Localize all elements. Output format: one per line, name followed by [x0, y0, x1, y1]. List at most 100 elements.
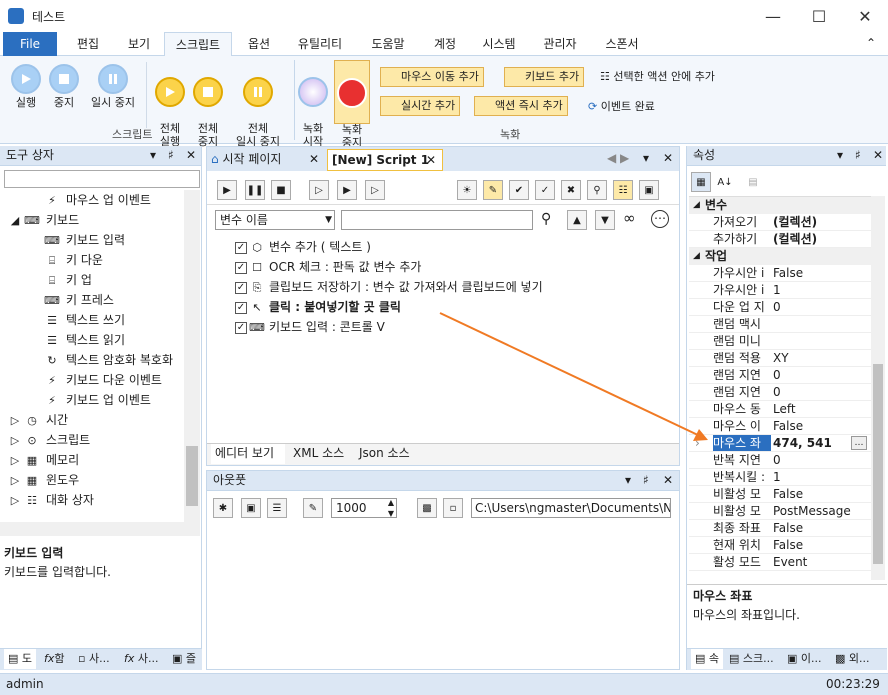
collapsed-icon[interactable]: ▷ — [10, 471, 20, 491]
checkbox[interactable]: ✓ — [235, 281, 247, 294]
tab-nav-icon[interactable]: ◀ ▶ — [607, 151, 629, 165]
tree-item[interactable]: ☰ 텍스트 읽기 — [44, 330, 125, 350]
tree-item[interactable]: ⌸ 키 다운 — [44, 250, 103, 270]
expanded-icon[interactable]: ◢ — [10, 211, 20, 231]
toolbox-scrollbar[interactable] — [184, 190, 200, 522]
script-line[interactable]: ✓ ⌨ 키보드 입력 : 콘트롤 V — [235, 317, 385, 337]
broom-icon[interactable]: ✱ — [213, 498, 233, 518]
add-keyboard-button[interactable]: 키보드 추가 — [504, 67, 585, 87]
tab-view[interactable]: 보기 — [116, 32, 162, 56]
tree-item[interactable]: ⚡ 키보드 다운 이벤트 — [44, 370, 162, 390]
tab-user[interactable]: ▫ 사... — [74, 649, 118, 669]
close-panel-icon[interactable]: ✕ — [186, 146, 196, 165]
stop-button[interactable]: 중지 — [46, 64, 82, 109]
dropdown-icon[interactable]: ▾ — [625, 471, 631, 490]
collapse-ribbon-icon[interactable]: ⌃ — [866, 36, 876, 50]
dropdown-icon[interactable]: ▾ — [150, 146, 156, 165]
tree-item[interactable]: ◢ ⌨ 키보드 — [10, 210, 79, 230]
property-row[interactable]: 비활성 모 PostMessage — [689, 503, 871, 520]
maximize-button[interactable]: ☐ — [796, 0, 842, 32]
tree-icon[interactable]: ☷ — [613, 180, 633, 200]
tab-editor-view[interactable]: 에디터 보기 — [211, 444, 285, 464]
play-icon[interactable]: ▶ — [217, 180, 237, 200]
tab-script-list[interactable]: ▤ 스크... — [725, 649, 781, 669]
property-row[interactable]: 랜덤 미니 — [689, 333, 871, 350]
tree-item[interactable]: ⌨ 키 프레스 — [44, 290, 114, 310]
property-row[interactable]: 반복시킬 : 1 — [689, 469, 871, 486]
tab-system[interactable]: 시스템 — [476, 32, 522, 56]
edit-icon[interactable]: ✎ — [483, 180, 503, 200]
checkbox[interactable]: ✓ — [235, 241, 247, 254]
property-row[interactable]: 반복 지연 0 — [689, 452, 871, 469]
event-complete-button[interactable]: ⟳ 이벤트 완료 — [588, 98, 655, 114]
property-row[interactable]: 랜덤 적용 XY — [689, 350, 871, 367]
delete-icon[interactable]: ✖ — [561, 180, 581, 200]
tab-xml-source[interactable]: XML 소스 — [289, 444, 351, 464]
pin-icon[interactable]: ♯ — [643, 471, 649, 490]
close-button[interactable]: ✕ — [842, 0, 888, 32]
toolbox-hscroll[interactable] — [0, 522, 200, 536]
tab-image[interactable]: ▣ 이... — [783, 649, 829, 669]
tree-item[interactable]: ⌨ 키보드 입력 — [44, 230, 125, 250]
record-start-button[interactable]: 녹화 시작 — [296, 64, 330, 148]
tab-dropdown-icon[interactable]: ▾ — [643, 151, 649, 165]
close-icon[interactable]: ✕ — [663, 151, 673, 165]
property-row[interactable]: 랜덤 지연 0 — [689, 384, 871, 401]
property-value[interactable]: 474, 541 — [773, 435, 832, 451]
tab-sponsor[interactable]: 스폰서 — [598, 32, 646, 56]
minimize-button[interactable]: — — [750, 0, 796, 32]
script-line[interactable]: ✓ ⎘ 클립보드 저장하기 : 변수 값 가져와서 클립보드에 넣기 — [235, 277, 543, 297]
properties-scrollbar[interactable] — [871, 196, 885, 580]
property-row[interactable]: 최종 좌표 False — [689, 520, 871, 537]
property-row[interactable]: 랜덤 지연 0 — [689, 367, 871, 384]
open-folder-icon[interactable]: ▫ — [443, 498, 463, 518]
tree-item[interactable]: ⚡ 키보드 업 이벤트 — [44, 390, 151, 410]
add-page-icon[interactable]: ▣ — [241, 498, 261, 518]
file-tab[interactable]: File — [3, 32, 57, 56]
output-path-input[interactable]: C:\Users\ngmaster\Documents\NGM — [471, 498, 671, 518]
eraser-icon[interactable]: ✎ — [303, 498, 323, 518]
stepper-arrows-icon[interactable]: ▲ ▼ — [388, 497, 394, 519]
run-button[interactable]: 실행 — [6, 64, 46, 109]
lines-icon[interactable]: ☰ — [267, 498, 287, 518]
check-icon[interactable]: ✔ — [509, 180, 529, 200]
checkbox[interactable]: ✓ — [235, 301, 247, 314]
property-row[interactable]: 마우스 이 False — [689, 418, 871, 435]
tab-favorite[interactable]: ▣ 즐 — [168, 649, 200, 669]
property-category[interactable]: ◢ 변수 — [689, 197, 871, 214]
property-row[interactable]: 현재 위치 False — [689, 537, 871, 554]
collapsed-icon[interactable]: ▷ — [10, 431, 20, 451]
debug-icon[interactable]: ▷ — [365, 180, 385, 200]
bulb-icon[interactable]: ☀ — [457, 180, 477, 200]
add-inside-selected-button[interactable]: ☷ 선택한 액션 안에 추가 — [600, 68, 715, 84]
ellipsis-button[interactable]: … — [851, 436, 867, 450]
tab-script-1[interactable]: [New] Script 1 ✕ — [327, 149, 443, 171]
search-icon[interactable]: ⚲ — [587, 180, 607, 200]
tab-options[interactable]: 옵션 — [234, 32, 284, 56]
add-mouse-move-button[interactable]: 마우스 이동 추가 — [380, 67, 484, 87]
tab-admin[interactable]: 관리자 — [536, 32, 584, 56]
property-row[interactable]: 가우시안 i False — [689, 265, 871, 282]
close-tab-icon[interactable]: ✕ — [426, 150, 436, 170]
tab-external[interactable]: ▩ 외... — [831, 649, 885, 669]
property-row[interactable]: › 마우스 좌 474, 541… — [689, 435, 871, 452]
more-icon[interactable]: ⋯ — [651, 210, 669, 228]
tree-item[interactable]: ▷ ▦ 윈도우 — [10, 470, 79, 490]
tab-account[interactable]: 계정 — [426, 32, 464, 56]
variable-search-input[interactable] — [341, 210, 533, 230]
property-row[interactable]: 가우시안 i 1 — [689, 282, 871, 299]
tree-item[interactable]: ⌸ 키 업 — [44, 270, 92, 290]
add-realtime-button[interactable]: 실시간 추가 — [380, 96, 461, 116]
tab-toolbox[interactable]: ▤ 도 — [4, 649, 36, 669]
script-line[interactable]: ✓ ↖ 클릭 : 붙여넣기할 곳 클릭 — [235, 297, 401, 317]
pause-all-button[interactable]: 전체 일시 중지 — [228, 64, 288, 148]
tree-item[interactable]: ▷ ◷ 시간 — [10, 410, 68, 430]
property-row[interactable]: 마우스 동 Left — [689, 401, 871, 418]
search-icon[interactable]: ⚲ — [541, 211, 551, 227]
toolbox-search-input[interactable] — [4, 170, 200, 188]
pin-icon[interactable]: ♯ — [168, 146, 174, 165]
run-step-icon[interactable]: ▶ — [337, 180, 357, 200]
tab-user-function[interactable]: fx 사... — [120, 649, 166, 669]
record-stop-button[interactable]: 녹화 중지 — [334, 60, 370, 149]
scroll-thumb[interactable] — [873, 364, 883, 564]
